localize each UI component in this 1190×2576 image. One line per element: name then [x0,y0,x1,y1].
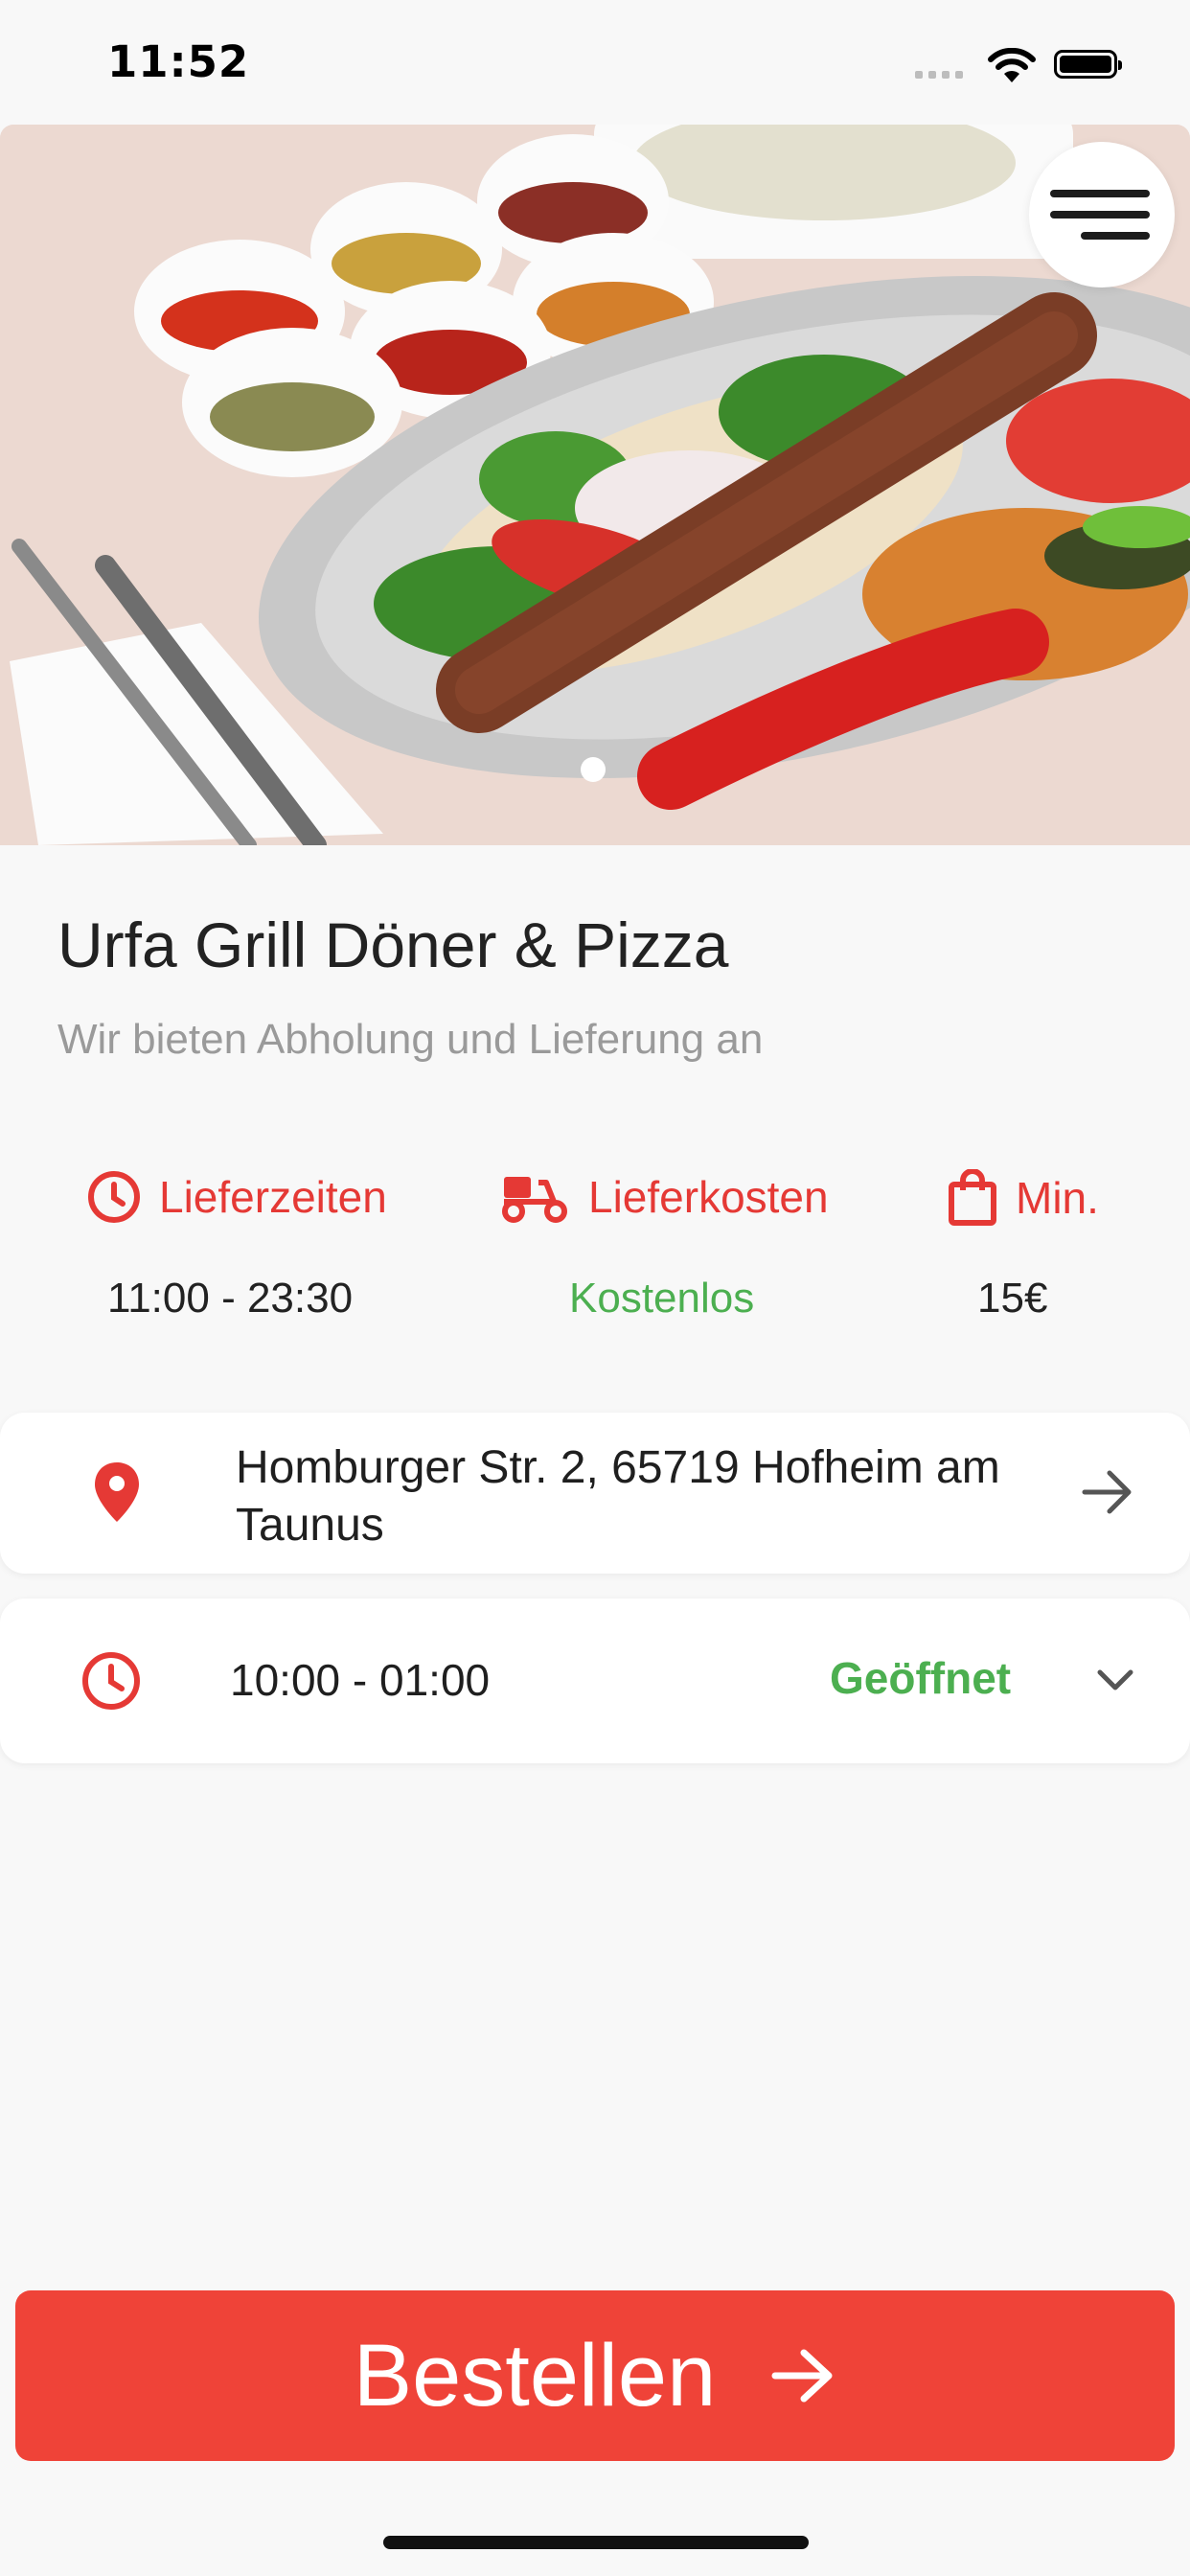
order-button-label: Bestellen [353,2326,717,2425]
restaurant-tagline: Wir bieten Abholung und Lieferung an [57,1016,764,1063]
minimum-label-group: Min. [947,1169,1099,1227]
menu-button[interactable] [1029,142,1175,288]
minimum-label: Min. [1016,1173,1099,1223]
delivery-cost-label: Lieferkosten [588,1172,829,1222]
delivery-times-label-group: Lieferzeiten [86,1169,387,1225]
arrow-right-icon [771,2349,833,2403]
delivery-cost-value: Kostenlos [569,1275,755,1322]
opening-hours-text: 10:00 - 01:00 [230,1655,491,1705]
hero-image [0,125,1190,845]
address-card[interactable]: Homburger Str. 2, 65719 Hofheim am Taunu… [0,1413,1190,1574]
clock-icon [82,1652,140,1710]
arrow-right-icon[interactable] [1081,1468,1134,1516]
delivery-times-value: 11:00 - 23:30 [107,1275,354,1322]
signal-icon [915,71,963,79]
chevron-down-icon[interactable] [1096,1668,1134,1692]
wifi-icon [988,48,1036,82]
carousel-dot[interactable] [581,757,606,782]
address-text: Homburger Str. 2, 65719 Hofheim am Taunu… [236,1442,1000,1551]
menu-icon [1050,190,1150,197]
minimum-value: 15€ [977,1275,1048,1322]
status-bar: 11:52 [0,0,1190,125]
open-status: Geöffnet [830,1653,1012,1703]
menu-icon-bar [1081,232,1150,240]
order-button[interactable]: Bestellen [15,2290,1175,2461]
location-pin-icon [95,1462,139,1522]
clock-icon [88,1171,140,1223]
shopping-bag-icon [949,1169,996,1226]
battery-icon [1054,50,1122,79]
scooter-icon [502,1177,567,1223]
home-indicator [383,2536,809,2549]
status-time: 11:52 [107,36,250,87]
opening-hours-card[interactable]: 10:00 - 01:00 Geöffnet [0,1598,1190,1763]
delivery-times-label: Lieferzeiten [159,1172,387,1222]
delivery-cost-label-group: Lieferkosten [500,1169,829,1225]
menu-icon-bar [1050,211,1150,218]
restaurant-name: Urfa Grill Döner & Pizza [57,909,729,980]
